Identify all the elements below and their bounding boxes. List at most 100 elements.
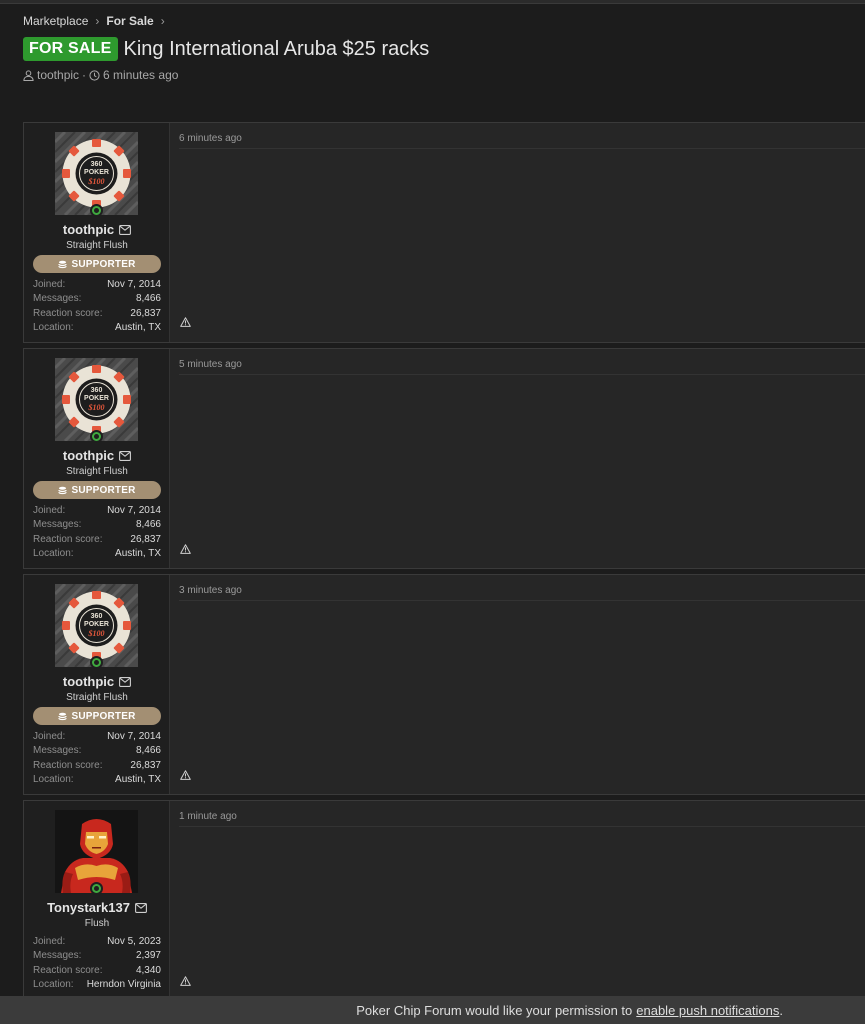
post-user-cell: 360 POKER $100 toothpic Straight Flush S… bbox=[24, 349, 170, 568]
envelope-icon[interactable] bbox=[119, 677, 132, 687]
post-timestamp[interactable]: 1 minute ago bbox=[179, 811, 237, 822]
chip-middle-text: POKER bbox=[84, 621, 109, 628]
messages-label: Messages: bbox=[33, 950, 82, 962]
post: Tonystark137 Flush Joined: Nov 5, 2023 Me… bbox=[23, 800, 865, 1000]
clock-icon bbox=[89, 69, 100, 81]
chevron-right-icon: › bbox=[95, 14, 100, 28]
chip-stack-icon bbox=[58, 712, 68, 720]
online-status-icon bbox=[90, 204, 103, 217]
joined-label: Joined: bbox=[33, 279, 66, 290]
post: 360 POKER $100 toothpic Straight Flush S… bbox=[23, 348, 865, 569]
messages-value[interactable]: 8,466 bbox=[136, 518, 161, 532]
supporter-badge[interactable]: SUPPORTER bbox=[33, 707, 161, 725]
username-text[interactable]: toothpic bbox=[63, 222, 114, 237]
messages-value[interactable]: 8,466 bbox=[136, 292, 161, 306]
post-divider bbox=[179, 148, 865, 149]
username-text[interactable]: Tonystark137 bbox=[47, 900, 130, 915]
location-value[interactable]: Austin, TX bbox=[115, 547, 161, 561]
location-label: Location: bbox=[33, 547, 74, 559]
location-value[interactable]: Austin, TX bbox=[115, 773, 161, 787]
post-timestamp[interactable]: 3 minutes ago bbox=[179, 585, 242, 596]
post-divider bbox=[179, 600, 865, 601]
envelope-icon[interactable] bbox=[119, 451, 132, 461]
chip-top-text: 360 bbox=[91, 387, 103, 394]
joined-value: Nov 5, 2023 bbox=[107, 936, 161, 947]
chevron-right-icon: › bbox=[160, 14, 165, 28]
avatar[interactable]: 360 POKER $100 bbox=[55, 358, 138, 441]
envelope-icon[interactable] bbox=[119, 225, 132, 235]
avatar[interactable]: 360 POKER $100 bbox=[55, 584, 138, 667]
messages-label: Messages: bbox=[33, 519, 82, 531]
messages-value[interactable]: 2,397 bbox=[136, 949, 161, 963]
supporter-badge[interactable]: SUPPORTER bbox=[33, 481, 161, 499]
location-value[interactable]: Austin, TX bbox=[115, 321, 161, 335]
envelope-icon[interactable] bbox=[134, 903, 147, 913]
post-timestamp[interactable]: 6 minutes ago bbox=[179, 133, 242, 144]
username-text[interactable]: toothpic bbox=[63, 674, 114, 689]
user-stats: Joined: Nov 7, 2014 Messages: 8,466 Reacti… bbox=[33, 504, 161, 561]
post-divider bbox=[179, 826, 865, 827]
user-stats: Joined: Nov 7, 2014 Messages: 8,466 Reacti… bbox=[33, 730, 161, 787]
reaction-value: 4,340 bbox=[135, 964, 161, 976]
thread-meta: toothpic · 6 minutes ago bbox=[23, 68, 178, 82]
location-label: Location: bbox=[33, 321, 74, 333]
messages-value[interactable]: 8,466 bbox=[136, 744, 161, 758]
user-title: Straight Flush bbox=[66, 466, 128, 477]
user-stats: Joined: Nov 7, 2014 Messages: 8,466 Reacti… bbox=[33, 278, 161, 335]
location-label: Location: bbox=[33, 773, 74, 785]
thread-start-time[interactable]: 6 minutes ago bbox=[103, 68, 178, 82]
online-status-icon bbox=[90, 882, 103, 895]
supporter-label: SUPPORTER bbox=[71, 484, 136, 496]
user-stats: Joined: Nov 5, 2023 Messages: 2,397 Reacti… bbox=[33, 935, 161, 992]
post-divider bbox=[179, 374, 865, 375]
post-user-cell: Tonystark137 Flush Joined: Nov 5, 2023 Me… bbox=[24, 801, 170, 999]
thread-author[interactable]: toothpic bbox=[37, 68, 79, 82]
location-value[interactable]: Herndon Virginia bbox=[87, 978, 161, 992]
reaction-label: Reaction score: bbox=[33, 533, 103, 545]
supporter-badge[interactable]: SUPPORTER bbox=[33, 255, 161, 273]
post: 360 POKER $100 toothpic Straight Flush S… bbox=[23, 574, 865, 795]
report-warning-icon[interactable] bbox=[180, 317, 191, 327]
avatar[interactable] bbox=[55, 810, 138, 893]
username[interactable]: Tonystark137 bbox=[24, 900, 170, 915]
chip-stack-icon bbox=[58, 260, 68, 268]
push-notification-bar: Poker Chip Forum would like your permiss… bbox=[0, 996, 865, 1024]
reaction-value: 26,837 bbox=[130, 759, 161, 771]
breadcrumb-marketplace[interactable]: Marketplace bbox=[23, 14, 88, 28]
report-warning-icon[interactable] bbox=[180, 544, 191, 554]
username[interactable]: toothpic bbox=[24, 674, 170, 689]
report-warning-icon[interactable] bbox=[180, 976, 191, 986]
chip-stack-icon bbox=[58, 486, 68, 494]
breadcrumb-for-sale[interactable]: For Sale bbox=[106, 14, 153, 28]
reaction-value: 26,837 bbox=[130, 307, 161, 319]
online-status-icon bbox=[90, 430, 103, 443]
user-icon bbox=[23, 69, 34, 81]
meta-separator: · bbox=[82, 68, 87, 82]
username-text[interactable]: toothpic bbox=[63, 448, 114, 463]
username[interactable]: toothpic bbox=[24, 448, 170, 463]
messages-label: Messages: bbox=[33, 745, 82, 757]
page-title: King International Aruba $25 racks bbox=[123, 37, 430, 60]
joined-label: Joined: bbox=[33, 505, 66, 516]
location-label: Location: bbox=[33, 978, 74, 990]
chip-value-text: $100 bbox=[88, 403, 105, 412]
chip-top-text: 360 bbox=[91, 161, 103, 168]
post-user-cell: 360 POKER $100 toothpic Straight Flush S… bbox=[24, 123, 170, 342]
push-notification-end: . bbox=[779, 1002, 783, 1018]
report-warning-icon[interactable] bbox=[180, 770, 191, 780]
messages-label: Messages: bbox=[33, 293, 82, 305]
avatar[interactable]: 360 POKER $100 bbox=[55, 132, 138, 215]
reaction-label: Reaction score: bbox=[33, 307, 103, 319]
supporter-label: SUPPORTER bbox=[71, 710, 136, 722]
top-border bbox=[0, 0, 865, 4]
reaction-label: Reaction score: bbox=[33, 964, 103, 976]
thread-prefix-badge[interactable]: FOR SALE bbox=[23, 37, 118, 61]
enable-push-notifications-link[interactable]: enable push notifications bbox=[636, 1003, 779, 1018]
post: 360 POKER $100 toothpic Straight Flush S… bbox=[23, 122, 865, 343]
reaction-value: 26,837 bbox=[130, 533, 161, 545]
push-notification-text: Poker Chip Forum would like your permiss… bbox=[356, 1002, 633, 1018]
joined-value: Nov 7, 2014 bbox=[107, 279, 161, 290]
post-timestamp[interactable]: 5 minutes ago bbox=[179, 359, 242, 370]
username[interactable]: toothpic bbox=[24, 222, 170, 237]
user-title: Straight Flush bbox=[66, 692, 128, 703]
